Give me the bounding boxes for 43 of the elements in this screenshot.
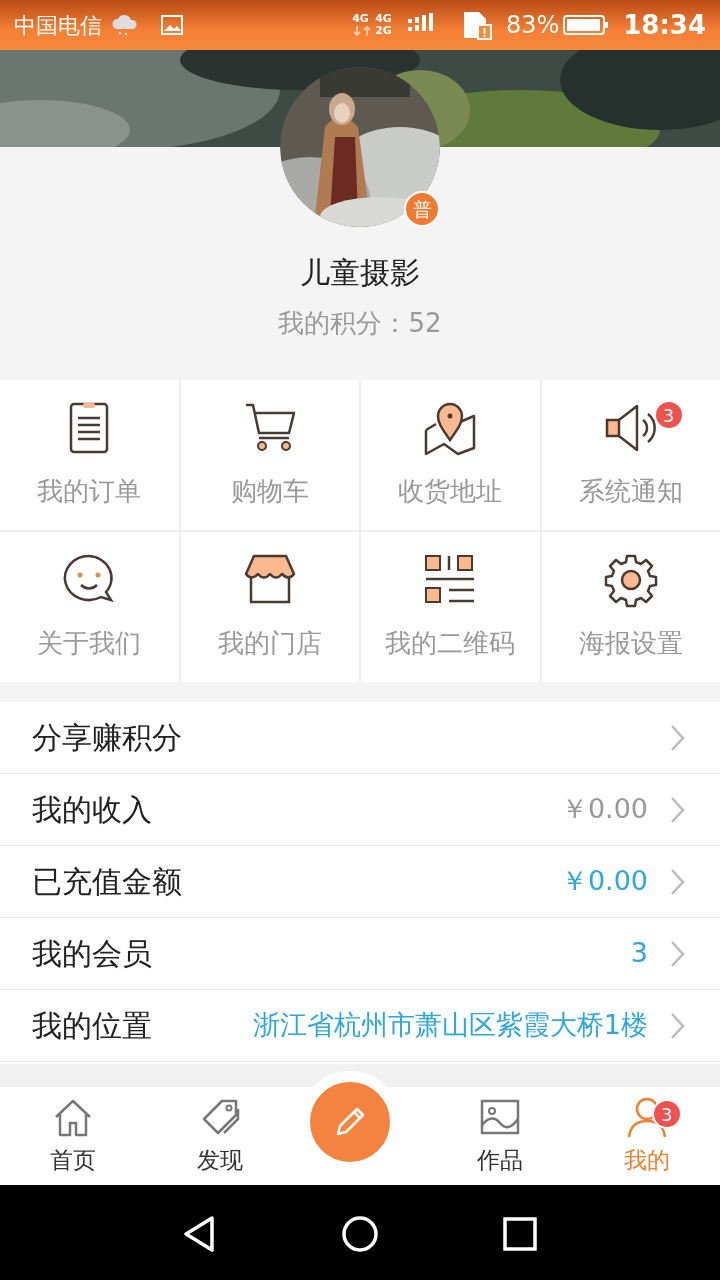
row-label: 我的会员	[32, 935, 152, 973]
grid-menu-item[interactable]: 收货地址	[361, 380, 540, 530]
tab-item[interactable]: 我的 3	[573, 1087, 720, 1185]
chevron-right-icon	[670, 939, 686, 968]
grid-menu-item[interactable]: 海报设置	[541, 532, 720, 682]
row-value: ￥0.00	[560, 864, 648, 899]
level-badge: 普	[404, 191, 440, 227]
data-arrows-icon	[352, 25, 373, 37]
cloud-icon	[110, 13, 140, 37]
sim-card-icon	[461, 10, 492, 40]
network-label: 2G	[375, 25, 392, 38]
carrier-name: 中国电信	[14, 11, 102, 40]
chevron-right-icon	[670, 723, 686, 752]
tab-item[interactable]: 发现	[146, 1087, 293, 1185]
row-value: 浙江省杭州市萧山区紫霞大桥1楼	[252, 1008, 648, 1043]
chevron-right-icon	[670, 795, 686, 824]
row-label: 分享赚积分	[32, 719, 182, 757]
row-value: ￥0.00	[560, 792, 648, 827]
row-label: 已充值金额	[32, 863, 182, 901]
battery-percent: 83%	[505, 10, 560, 41]
grid-menu-item[interactable]: 购物车	[180, 380, 359, 530]
row-label: 我的位置	[32, 1007, 152, 1045]
grid-menu-item[interactable]: 我的门店	[180, 532, 359, 682]
tab-item[interactable]: 首页	[0, 1087, 147, 1185]
clock-time: 18:34	[623, 8, 706, 42]
image-icon	[160, 13, 184, 37]
notification-badge: 3	[653, 400, 684, 430]
row-value: 3	[630, 936, 648, 971]
grid-menu-item[interactable]: 系统通知 3	[541, 380, 720, 530]
chevron-right-icon	[670, 1011, 686, 1040]
grid-menu-item[interactable]: 我的二维码	[361, 532, 540, 682]
notification-badge: 3	[651, 1099, 682, 1129]
tab-item[interactable]: 作品	[427, 1087, 574, 1185]
row-label: 我的收入	[32, 791, 152, 829]
home-circle-icon[interactable]	[340, 1213, 380, 1254]
chevron-right-icon	[670, 867, 686, 896]
profile-name: 儿童摄影	[299, 254, 421, 292]
points-text: 我的积分：52	[277, 307, 443, 340]
network-label: 4G	[375, 12, 392, 25]
grid-menu-item[interactable]: 我的订单	[0, 380, 179, 530]
network-label: 4G	[352, 12, 370, 25]
grid-menu-item[interactable]: 关于我们	[0, 532, 179, 682]
battery-icon	[563, 13, 610, 37]
